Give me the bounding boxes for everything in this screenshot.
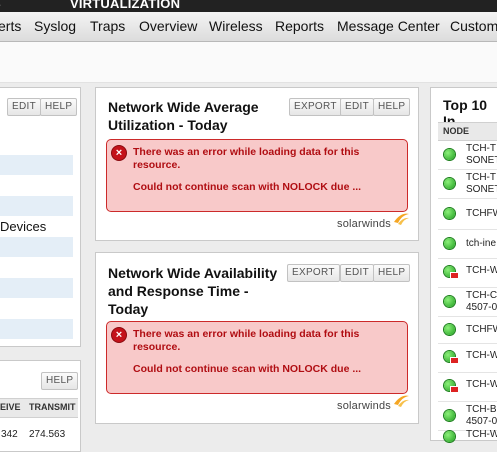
table-row[interactable]: TCH-T SONET xyxy=(438,170,497,199)
column-node: NODE xyxy=(443,126,470,136)
node-name[interactable]: TCHFW xyxy=(466,208,497,220)
utilization-export-button[interactable]: EXPORT xyxy=(289,98,342,116)
nav-item-wireless[interactable]: Wireless xyxy=(209,18,263,34)
utilization-title-line1: Network Wide Average xyxy=(108,99,259,115)
error-detail: Could not continue scan with NOLOCK due … xyxy=(133,181,362,193)
top-tab-strip: S VIRTUALIZATION xyxy=(0,0,497,12)
status-up-icon xyxy=(444,410,455,421)
table-row[interactable]: TCHFW xyxy=(438,199,497,230)
node-name[interactable]: TCH-T xyxy=(466,172,496,184)
solarwinds-logo-icon xyxy=(394,213,409,225)
table-row[interactable]: TCHFW xyxy=(438,317,497,344)
node-name-detail: SONET xyxy=(466,184,497,195)
node-name-detail: 4507-0 xyxy=(466,302,497,313)
table-row[interactable]: TCH-W xyxy=(438,373,497,402)
nav-item-alerts[interactable]: erts xyxy=(0,18,21,34)
left-bottom-help-button[interactable]: HELP xyxy=(41,372,79,390)
node-name[interactable]: TCH-W xyxy=(466,429,497,441)
transmit-value: 274.563 xyxy=(29,429,66,440)
availability-title-line3: Today xyxy=(108,301,149,317)
table-row[interactable] xyxy=(0,278,73,298)
table-row[interactable] xyxy=(0,155,73,175)
availability-title-line1: Network Wide Availability xyxy=(108,265,278,281)
node-name-detail: 4507-0 xyxy=(466,416,497,427)
utilization-title: Network Wide Average Utilization - Today xyxy=(108,98,259,134)
status-up-icon xyxy=(444,238,455,249)
availability-title-line2: and Response Time - xyxy=(108,283,249,299)
availability-export-button[interactable]: EXPORT xyxy=(287,264,340,282)
node-name[interactable]: TCH-T xyxy=(466,143,496,155)
status-up-icon xyxy=(444,296,455,307)
availability-help-button[interactable]: HELP xyxy=(373,264,411,282)
table-row[interactable]: TCH-B 4507-0 xyxy=(438,402,497,431)
error-detail: Could not continue scan with NOLOCK due … xyxy=(133,363,362,375)
error-message-line1: There was an error while loading data fo… xyxy=(133,328,360,340)
table-row[interactable]: TCH-W xyxy=(438,344,497,373)
interface-table-header: EIVE TRANSMIT xyxy=(0,398,78,418)
error-message-line1: There was an error while loading data fo… xyxy=(133,146,360,158)
utilization-resource-panel: Network Wide Average Utilization - Today… xyxy=(95,87,419,241)
node-name[interactable]: TCH-W xyxy=(466,350,497,362)
table-row[interactable]: tch-ine xyxy=(438,230,497,259)
node-name[interactable]: TCHFW xyxy=(466,324,497,336)
nav-item-reports[interactable]: Reports xyxy=(275,18,324,34)
nav-item-traps[interactable]: Traps xyxy=(90,18,125,34)
status-up-icon xyxy=(444,208,455,219)
node-name-detail: SONET xyxy=(466,155,497,166)
node-name[interactable]: TCH-W xyxy=(466,379,497,391)
status-up-icon xyxy=(444,178,455,189)
nav-item-syslog[interactable]: Syslog xyxy=(34,18,76,34)
error-message-line2: resource. xyxy=(133,159,181,171)
status-warning-icon xyxy=(444,380,459,393)
page-header-band xyxy=(0,42,497,83)
node-name[interactable]: TCH-B xyxy=(466,404,497,416)
table-row[interactable] xyxy=(0,319,73,339)
error-icon: × xyxy=(112,146,126,160)
status-warning-icon xyxy=(444,266,459,279)
left-help-button[interactable]: HELP xyxy=(40,98,78,116)
main-nav-bar: erts Syslog Traps Overview Wireless Repo… xyxy=(0,12,497,42)
nav-item-message-center[interactable]: Message Center xyxy=(337,18,440,34)
nav-item-overview[interactable]: Overview xyxy=(139,18,197,34)
node-name[interactable]: TCH-W xyxy=(466,265,497,277)
availability-resource-panel: Network Wide Availability and Response T… xyxy=(95,252,419,424)
devices-label: Devices xyxy=(0,219,47,234)
availability-edit-button[interactable]: EDIT xyxy=(340,264,374,282)
top10-table-header: NODE xyxy=(438,122,497,141)
table-row[interactable]: TCH-C 4507-0 xyxy=(438,288,497,317)
top-tab-partial[interactable]: S xyxy=(0,0,1,11)
table-row[interactable] xyxy=(0,237,73,257)
availability-title: Network Wide Availability and Response T… xyxy=(108,264,277,318)
availability-error-box: × There was an error while loading data … xyxy=(106,321,408,394)
solarwinds-logo-text: solarwinds xyxy=(337,400,391,412)
table-row[interactable]: TCH-T SONET xyxy=(438,141,497,170)
node-name[interactable]: tch-ine xyxy=(466,238,496,250)
status-up-icon xyxy=(444,324,455,335)
utilization-title-line2: Utilization - Today xyxy=(108,117,228,133)
left-edit-button[interactable]: EDIT xyxy=(7,98,41,116)
node-name[interactable]: TCH-C xyxy=(466,290,497,302)
status-up-icon xyxy=(444,149,455,160)
column-transmit: TRANSMIT xyxy=(29,402,76,412)
column-receive: EIVE xyxy=(0,402,21,412)
error-message-line2: resource. xyxy=(133,341,181,353)
receive-value: 342 xyxy=(1,429,18,440)
utilization-edit-button[interactable]: EDIT xyxy=(340,98,374,116)
utilization-help-button[interactable]: HELP xyxy=(373,98,411,116)
left-resource-panel: EDIT HELP xyxy=(0,87,81,347)
solarwinds-logo-icon xyxy=(394,395,409,407)
status-warning-icon xyxy=(444,351,459,364)
nav-item-custom[interactable]: Custom xyxy=(450,18,497,34)
error-icon: × xyxy=(112,328,126,342)
table-row[interactable]: TCH-W xyxy=(438,429,497,442)
utilization-error-box: × There was an error while loading data … xyxy=(106,139,408,212)
table-row[interactable]: TCH-W xyxy=(438,259,497,288)
table-row[interactable] xyxy=(0,196,73,216)
top-tab-virtualization[interactable]: VIRTUALIZATION xyxy=(70,0,180,11)
solarwinds-logo-text: solarwinds xyxy=(337,218,391,230)
